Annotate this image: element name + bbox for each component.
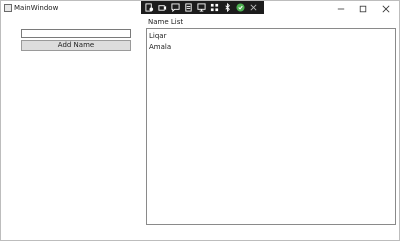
list-item[interactable]: Amala [147, 42, 395, 53]
name-list-label: Name List [148, 18, 184, 26]
document-icon[interactable] [183, 3, 193, 13]
floating-toolbar [141, 1, 264, 14]
record-icon[interactable] [144, 3, 154, 13]
close-button[interactable] [375, 1, 397, 16]
name-input[interactable] [21, 29, 131, 38]
list-item[interactable]: Liqar [147, 31, 395, 42]
video-icon[interactable] [157, 3, 167, 13]
close-icon[interactable] [248, 3, 258, 13]
minimize-icon [337, 8, 345, 9]
list-items: Liqar Amala [147, 29, 395, 53]
check-icon[interactable] [235, 3, 245, 13]
chat-icon[interactable] [170, 3, 180, 13]
minimize-button[interactable] [330, 1, 352, 16]
main-window: MainWindow Add Name Name List Liqar Amal… [0, 0, 400, 241]
name-listbox[interactable]: Liqar Amala [146, 28, 396, 225]
maximize-button[interactable] [352, 1, 374, 16]
app-icon [4, 4, 12, 12]
bluetooth-icon[interactable] [222, 3, 232, 13]
add-name-button[interactable]: Add Name [21, 40, 131, 51]
maximize-icon [359, 5, 367, 12]
screen-icon[interactable] [196, 3, 206, 13]
close-window-icon [382, 5, 390, 12]
window-title: MainWindow [14, 4, 59, 12]
title-bar: MainWindow [1, 1, 399, 16]
grid-icon[interactable] [209, 3, 219, 13]
